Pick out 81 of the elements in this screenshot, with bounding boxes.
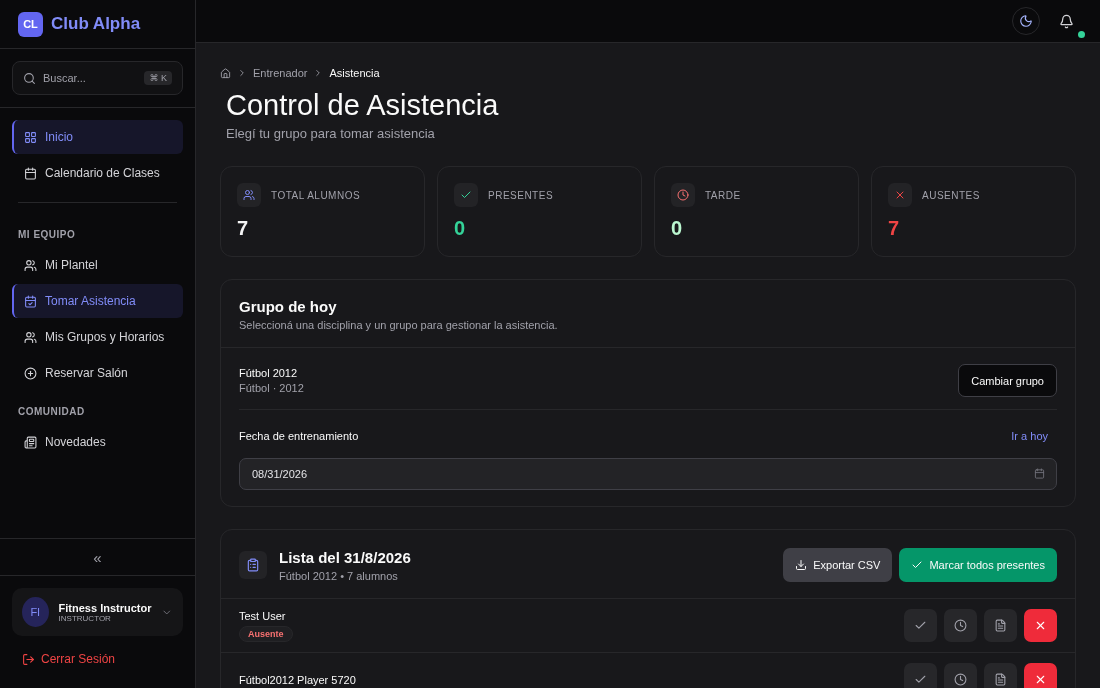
- stat-label: TARDE: [705, 189, 741, 201]
- nav-icon: [24, 130, 37, 144]
- close-icon: [1034, 673, 1047, 686]
- nav-icon: [24, 258, 37, 272]
- clock-icon: [671, 183, 695, 207]
- nav-item[interactable]: Mis Grupos y Horarios: [12, 320, 183, 354]
- nav-item[interactable]: Calendario de Clases: [12, 156, 183, 190]
- date-field[interactable]: 08/31/2026: [239, 458, 1057, 490]
- logout-icon: [22, 652, 35, 666]
- clipboard-icon: [239, 551, 267, 579]
- chevron-icon: [237, 68, 247, 78]
- justified-button[interactable]: [984, 609, 1017, 642]
- users-icon: [237, 183, 261, 207]
- breadcrumb-link[interactable]: Asistencia: [329, 67, 380, 79]
- close-icon: [1034, 619, 1047, 632]
- brand-name: Club Alpha: [51, 14, 141, 34]
- nav-item[interactable]: Reservar Salón: [12, 356, 183, 390]
- student-name: Test User: [239, 609, 287, 622]
- check-icon: [914, 673, 927, 686]
- check-icon: [911, 559, 924, 571]
- card-title: Lista del 31/8/2026: [279, 548, 411, 566]
- check-icon: [914, 619, 927, 632]
- user-role: INSTRUCTOR: [58, 613, 112, 623]
- justified-button[interactable]: [984, 663, 1017, 688]
- late-button[interactable]: [944, 609, 977, 642]
- nav-icon: [24, 294, 37, 308]
- stat-label: TOTAL ALUMNOS: [271, 189, 361, 201]
- check-icon: [454, 183, 478, 207]
- section-title: MI EQUIPO: [17, 228, 77, 242]
- logout-link[interactable]: Cerrar Sesión: [0, 648, 195, 688]
- stat-value: 0: [671, 217, 684, 240]
- nav-item[interactable]: Inicio: [12, 120, 183, 154]
- home-icon[interactable]: [220, 67, 231, 79]
- student-name: Fútbol2012 Player 5720: [239, 673, 356, 686]
- search-icon: [23, 71, 36, 85]
- nav-item[interactable]: Novedades: [12, 425, 183, 459]
- shortcut-hint: ⌘ K: [144, 71, 172, 85]
- bell-icon: [1058, 13, 1074, 29]
- download-icon: [795, 559, 808, 571]
- stat-value: 7: [237, 217, 250, 240]
- search-field[interactable]: Buscar... ⌘ K: [12, 61, 183, 95]
- change-group-button[interactable]: Cambiar grupo: [958, 364, 1057, 397]
- moon-icon: [1019, 14, 1033, 28]
- stat-value: 7: [888, 217, 901, 240]
- close-icon: [888, 183, 912, 207]
- card-subtitle: Fútbol 2012 • 7 alumnos: [279, 569, 399, 582]
- nav-item[interactable]: Mi Plantel: [12, 248, 183, 282]
- nav-icon: [24, 330, 37, 344]
- late-button[interactable]: [944, 663, 977, 688]
- page-title: Control de Asistencia: [226, 89, 500, 122]
- calendar-icon: [1034, 468, 1045, 479]
- group-name: Fútbol 2012: [239, 367, 299, 379]
- user-name: Fitness Instructor: [58, 601, 152, 614]
- stat-label: PRESENTES: [488, 189, 554, 201]
- export-button[interactable]: Exportar CSV: [783, 548, 893, 582]
- stat-value: 0: [454, 217, 467, 240]
- document-icon: [994, 619, 1007, 632]
- page-subtitle: Elegí tu grupo para tomar asistencia: [226, 126, 436, 141]
- nav-icon: [24, 435, 37, 449]
- card-title: Grupo de hoy: [239, 298, 338, 315]
- status-badge: Ausente: [239, 625, 293, 642]
- breadcrumb-link[interactable]: Entrenador: [253, 67, 308, 79]
- document-icon: [994, 673, 1007, 686]
- collapse-button[interactable]: «: [0, 538, 195, 576]
- logo-icon: CL: [18, 11, 43, 37]
- user-card[interactable]: FI Fitness Instructor INSTRUCTOR: [12, 588, 183, 636]
- user-avatar: FI: [22, 597, 49, 627]
- mark-all-button[interactable]: Marcar todos presentes: [899, 548, 1057, 582]
- absent-button[interactable]: [1024, 663, 1057, 688]
- absent-button[interactable]: [1024, 609, 1057, 642]
- today-link[interactable]: Ir a hoy: [1011, 430, 1048, 442]
- section-title: COMUNIDAD: [17, 405, 86, 419]
- nav-icon: [24, 366, 37, 380]
- stat-label: AUSENTES: [922, 189, 980, 201]
- group-detail: Fútbol · 2012: [239, 382, 304, 394]
- card-subtitle: Seleccioná una disciplina y un grupo para gestionar la asistencia.: [239, 319, 558, 331]
- nav-icon: [24, 166, 37, 180]
- clock-icon: [954, 673, 967, 686]
- clock-icon: [954, 619, 967, 632]
- date-label: Fecha de entrenamiento: [239, 430, 359, 442]
- nav-item[interactable]: Tomar Asistencia: [12, 284, 183, 318]
